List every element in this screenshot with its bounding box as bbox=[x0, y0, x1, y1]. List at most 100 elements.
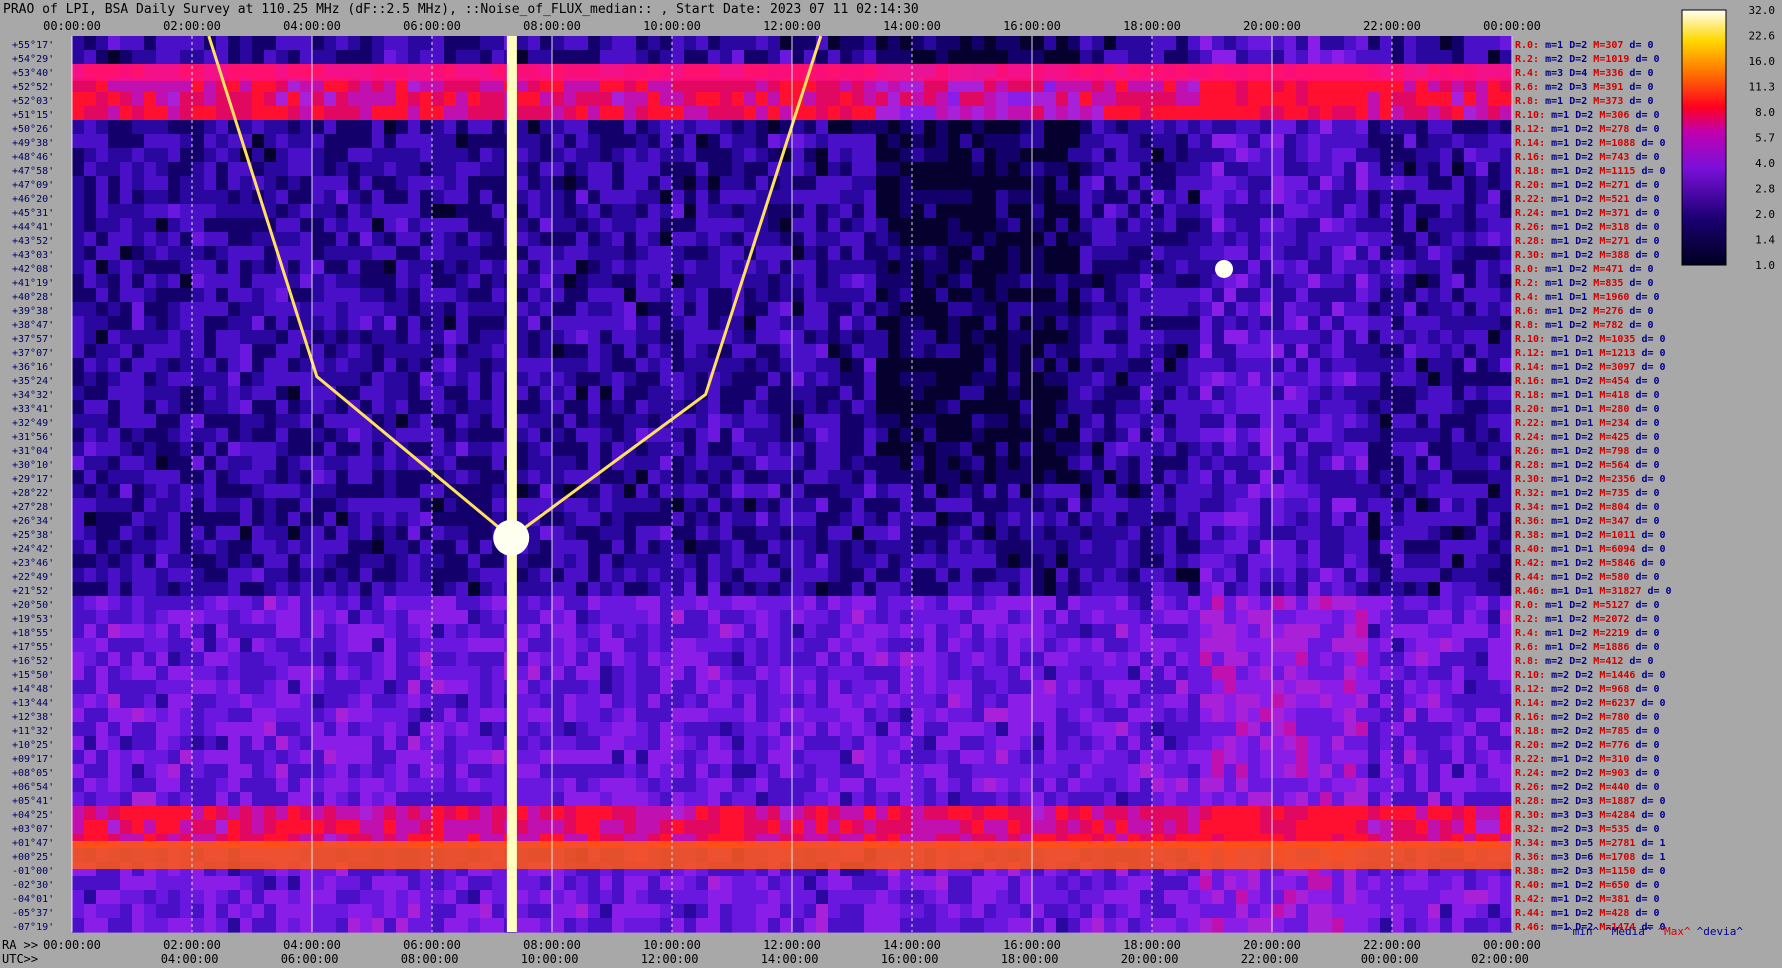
heatmap-cell bbox=[972, 330, 985, 345]
heatmap-cell bbox=[300, 274, 313, 289]
heatmap-cell bbox=[516, 106, 529, 121]
heatmap-cell bbox=[1476, 148, 1489, 163]
heatmap-cell bbox=[1428, 470, 1441, 485]
heatmap-cell bbox=[1392, 36, 1405, 51]
heatmap-cell bbox=[360, 316, 373, 331]
heatmap-cell bbox=[1500, 568, 1513, 583]
heatmap-cell bbox=[612, 260, 625, 275]
heatmap-cell bbox=[1056, 456, 1069, 471]
heatmap-cell bbox=[960, 386, 973, 401]
heatmap-cell bbox=[564, 260, 577, 275]
heatmap-cell bbox=[168, 92, 181, 107]
heatmap-cell bbox=[972, 344, 985, 359]
heatmap-cell bbox=[696, 288, 709, 303]
heatmap-cell bbox=[288, 92, 301, 107]
heatmap-cell bbox=[948, 456, 961, 471]
heatmap-cell bbox=[996, 232, 1009, 247]
heatmap-cell bbox=[732, 218, 745, 233]
heatmap-cell bbox=[84, 120, 97, 135]
heatmap-cell bbox=[228, 36, 241, 51]
heatmap-cell bbox=[312, 400, 325, 415]
heatmap-cell bbox=[756, 540, 769, 555]
heatmap-cell bbox=[828, 316, 841, 331]
heatmap-cell bbox=[1212, 554, 1225, 569]
heatmap-cell bbox=[804, 148, 817, 163]
heatmap-cell bbox=[720, 526, 733, 541]
heatmap-cell bbox=[1128, 582, 1141, 597]
heatmap-cell bbox=[804, 134, 817, 149]
heatmap-cell bbox=[744, 148, 757, 163]
heatmap-cell bbox=[324, 260, 337, 275]
heatmap-cell bbox=[960, 330, 973, 345]
heatmap-cell bbox=[180, 428, 193, 443]
heatmap-cell bbox=[1308, 456, 1321, 471]
heatmap-cell bbox=[264, 400, 277, 415]
heatmap-cell bbox=[1416, 218, 1429, 233]
heatmap-cell bbox=[816, 148, 829, 163]
heatmap-cell bbox=[1344, 288, 1357, 303]
heatmap-cell bbox=[1392, 540, 1405, 555]
heatmap-cell bbox=[240, 540, 253, 555]
heatmap-cell bbox=[972, 400, 985, 415]
heatmap-cell bbox=[684, 246, 697, 261]
heatmap-cell bbox=[144, 232, 157, 247]
heatmap-cell bbox=[1116, 596, 1129, 611]
heatmap-cell bbox=[336, 246, 349, 261]
heatmap-cell bbox=[192, 218, 205, 233]
heatmap-cell bbox=[564, 134, 577, 149]
heatmap-cell bbox=[396, 92, 409, 107]
heatmap-cell bbox=[612, 302, 625, 317]
heatmap-cell bbox=[132, 246, 145, 261]
heatmap-cell bbox=[240, 582, 253, 597]
heatmap-cell bbox=[1260, 582, 1273, 597]
heatmap-cell bbox=[1104, 218, 1117, 233]
heatmap-cell bbox=[528, 540, 541, 555]
heatmap-cell bbox=[1080, 246, 1093, 261]
heatmap-cell bbox=[492, 358, 505, 373]
heatmap-cell bbox=[84, 50, 97, 65]
heatmap-cell bbox=[1044, 134, 1057, 149]
heatmap-cell bbox=[1020, 386, 1033, 401]
heatmap-cell bbox=[468, 470, 481, 485]
heatmap-cell bbox=[120, 134, 133, 149]
heatmap-cell bbox=[312, 232, 325, 247]
heatmap-cell bbox=[1032, 442, 1045, 457]
heatmap-cell bbox=[576, 554, 589, 569]
heatmap-cell bbox=[636, 596, 649, 611]
heatmap-cell bbox=[324, 176, 337, 191]
heatmap-cell bbox=[252, 400, 265, 415]
heatmap-cell bbox=[804, 498, 817, 513]
heatmap-cell bbox=[1128, 386, 1141, 401]
heatmap-cell bbox=[1080, 568, 1093, 583]
heatmap-cell bbox=[948, 484, 961, 499]
heatmap-cell bbox=[540, 484, 553, 499]
heatmap-cell bbox=[384, 246, 397, 261]
heatmap-cell bbox=[456, 218, 469, 233]
heatmap-cell bbox=[1332, 302, 1345, 317]
heatmap-cell bbox=[516, 372, 529, 387]
heatmap-cell bbox=[1188, 36, 1201, 51]
heatmap-cell bbox=[840, 526, 853, 541]
heatmap-cell bbox=[936, 596, 949, 611]
heatmap-cell bbox=[1080, 36, 1093, 51]
heatmap-cell bbox=[732, 610, 745, 625]
heatmap-cell bbox=[384, 442, 397, 457]
heatmap-cell bbox=[564, 302, 577, 317]
heatmap-cell bbox=[1008, 372, 1021, 387]
heatmap-cell bbox=[1128, 512, 1141, 527]
heatmap-cell bbox=[1464, 512, 1477, 527]
heatmap-cell bbox=[1392, 372, 1405, 387]
heatmap-cell bbox=[1128, 442, 1141, 457]
heatmap-cell bbox=[732, 120, 745, 135]
heatmap-cell bbox=[912, 246, 925, 261]
heatmap-cell bbox=[156, 50, 169, 65]
heatmap-cell bbox=[792, 134, 805, 149]
heatmap-cell bbox=[1452, 428, 1465, 443]
heatmap-cell bbox=[360, 610, 373, 625]
heatmap-cell bbox=[1200, 414, 1213, 429]
heatmap-cell bbox=[912, 470, 925, 485]
heatmap-cell bbox=[1260, 190, 1273, 205]
heatmap-cell bbox=[732, 148, 745, 163]
heatmap-cell bbox=[120, 344, 133, 359]
heatmap-cell bbox=[324, 246, 337, 261]
